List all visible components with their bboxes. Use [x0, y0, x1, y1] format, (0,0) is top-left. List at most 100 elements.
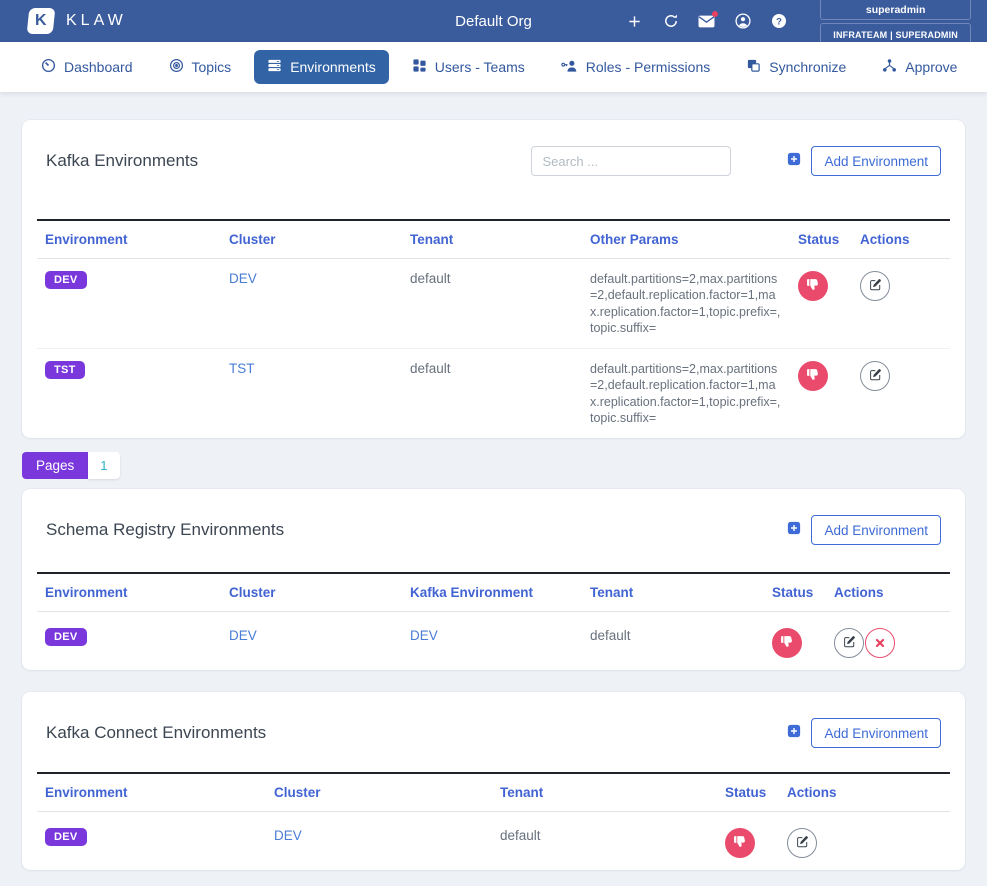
kafka-environments-card: Kafka Environments Add Environment Envir… [22, 120, 965, 438]
notification-dot [712, 11, 718, 17]
table-row: DEV DEV default default.partitions=2,max… [37, 259, 950, 349]
thumbs-down-icon [780, 635, 794, 652]
plus-square-icon [787, 521, 801, 540]
tab-topics[interactable]: Topics [156, 50, 245, 84]
users-teams-icon [412, 58, 427, 76]
main-nav: Dashboard Topics Environments Users - Te… [0, 42, 987, 92]
x-icon [875, 636, 885, 651]
environment-badge: TST [45, 361, 85, 379]
search-input[interactable] [531, 146, 731, 176]
klaw-logo-icon[interactable]: K [27, 8, 56, 34]
help-icon[interactable]: ? [770, 13, 787, 30]
edit-environment-button[interactable] [860, 271, 890, 301]
user-menu[interactable]: superadmin [820, 0, 971, 20]
pencil-square-icon [796, 835, 809, 851]
tab-synchronize[interactable]: Synchronize [733, 50, 859, 84]
brand-name: KLAW [66, 12, 127, 30]
thumbs-down-icon [806, 368, 820, 385]
add-connect-environment-button[interactable]: Add Environment [811, 718, 941, 748]
schema-registry-table: Environment Cluster Kafka Environment Te… [37, 574, 950, 670]
mail-icon[interactable] [698, 13, 715, 30]
status-thumbs-down-button[interactable] [725, 828, 755, 858]
roles-permissions-icon [561, 59, 578, 76]
table-row: DEV DEV DEV default [37, 612, 950, 671]
environments-page: Kafka Environments Add Environment Envir… [0, 92, 987, 870]
environment-badge: DEV [45, 271, 87, 289]
plus-icon[interactable] [626, 13, 643, 30]
dashboard-icon [41, 58, 56, 76]
thumbs-down-icon [733, 835, 747, 852]
svg-text:?: ? [776, 16, 782, 27]
pencil-square-icon [869, 368, 882, 384]
table-row: TST TST default default.partitions=2,max… [37, 349, 950, 439]
edit-environment-button[interactable] [787, 828, 817, 858]
status-thumbs-down-button[interactable] [772, 628, 802, 658]
other-params-value: default.partitions=2,max.partitions=2,de… [590, 361, 782, 426]
thumbs-down-icon [806, 278, 820, 295]
tenant-value: default [410, 271, 451, 286]
tenant-value: default [410, 361, 451, 376]
col-status: Status [717, 774, 779, 812]
table-row: DEV DEV default [37, 812, 950, 871]
tab-approve[interactable]: Approve [869, 50, 970, 84]
tenant-value: default [500, 828, 541, 843]
col-actions: Actions [826, 574, 950, 612]
tab-users-teams[interactable]: Users - Teams [399, 50, 538, 84]
col-actions: Actions [852, 221, 950, 259]
team-role-menu[interactable]: INFRATEAM | SUPERADMIN [820, 23, 971, 45]
tab-environments[interactable]: Environments [254, 50, 389, 84]
col-tenant: Tenant [402, 221, 582, 259]
col-status: Status [790, 221, 852, 259]
plus-square-icon [787, 724, 801, 743]
tab-dashboard[interactable]: Dashboard [28, 50, 146, 84]
kafka-environment-link[interactable]: DEV [410, 628, 438, 643]
pencil-square-icon [869, 278, 882, 294]
col-tenant: Tenant [492, 774, 717, 812]
top-navbar: K KLAW Default Org ? superadmin INFRATEA… [0, 0, 987, 42]
col-tenant: Tenant [582, 574, 764, 612]
environment-badge: DEV [45, 828, 87, 846]
synchronize-icon [746, 58, 761, 76]
user-icon[interactable] [734, 13, 751, 30]
cluster-link[interactable]: DEV [229, 271, 257, 286]
other-params-value: default.partitions=2,max.partitions=2,de… [590, 271, 782, 336]
username: superadmin [866, 4, 926, 16]
schema-registry-title: Schema Registry Environments [46, 520, 284, 540]
status-thumbs-down-button[interactable] [798, 361, 828, 391]
kafka-connect-table: Environment Cluster Tenant Status Action… [37, 774, 950, 870]
pencil-square-icon [843, 635, 856, 651]
col-other-params: Other Params [582, 221, 790, 259]
edit-environment-button[interactable] [860, 361, 890, 391]
tab-roles-permissions[interactable]: Roles - Permissions [548, 51, 723, 84]
pages-button[interactable]: Pages [22, 452, 88, 479]
add-kafka-environment-button[interactable]: Add Environment [811, 146, 941, 176]
tenant-value: default [590, 628, 631, 643]
environments-icon [267, 58, 282, 76]
col-actions: Actions [779, 774, 950, 812]
refresh-icon[interactable] [662, 13, 679, 30]
cluster-link[interactable]: DEV [229, 628, 257, 643]
edit-environment-button[interactable] [834, 628, 864, 658]
plus-square-icon [787, 152, 801, 171]
topics-icon [169, 58, 184, 76]
kafka-connect-title: Kafka Connect Environments [46, 723, 266, 743]
col-environment: Environment [37, 221, 221, 259]
col-cluster: Cluster [221, 574, 402, 612]
schema-registry-environments-card: Schema Registry Environments Add Environ… [22, 489, 965, 670]
approve-icon [882, 58, 897, 76]
col-environment: Environment [37, 774, 266, 812]
cluster-link[interactable]: DEV [274, 828, 302, 843]
kafka-environments-table: Environment Cluster Tenant Other Params … [37, 221, 950, 438]
team-role: INFRATEAM | SUPERADMIN [833, 30, 958, 40]
delete-environment-button[interactable] [865, 628, 895, 658]
kafka-environments-title: Kafka Environments [46, 151, 198, 171]
col-kafka-environment: Kafka Environment [402, 574, 582, 612]
add-schema-environment-button[interactable]: Add Environment [811, 515, 941, 545]
col-cluster: Cluster [221, 221, 402, 259]
kafka-connect-environments-card: Kafka Connect Environments Add Environme… [22, 692, 965, 870]
page-number-button[interactable]: 1 [88, 452, 119, 479]
cluster-link[interactable]: TST [229, 361, 255, 376]
col-cluster: Cluster [266, 774, 492, 812]
status-thumbs-down-button[interactable] [798, 271, 828, 301]
col-status: Status [764, 574, 826, 612]
